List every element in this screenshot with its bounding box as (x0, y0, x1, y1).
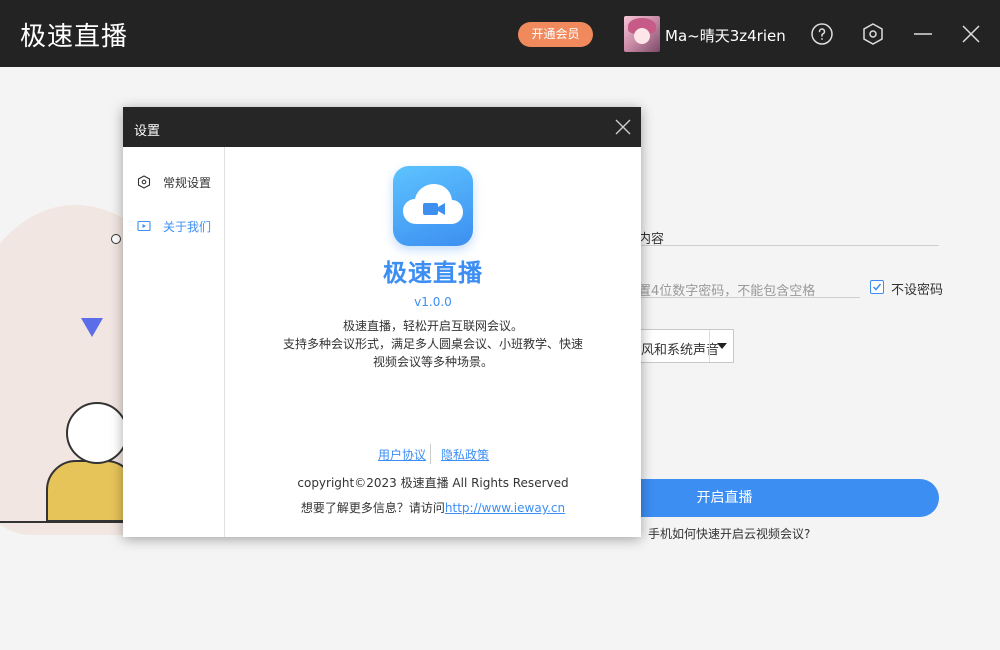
website-link[interactable]: http://www.ieway.cn (445, 501, 565, 515)
about-description: 极速直播，轻松开启互联网会议。 支持多种会议形式，满足多人圆桌会议、小班教学、快… (273, 317, 593, 371)
about-app-title: 极速直播 (383, 259, 483, 287)
audio-source-select[interactable]: 风和系统声音 (630, 329, 734, 363)
more-info-prefix: 想要了解更多信息？请访问 (300, 501, 445, 515)
sidebar-item-label: 关于我们 (163, 220, 212, 234)
dialog-sidebar: 常规设置 关于我们 (123, 147, 225, 537)
user-agreement-link[interactable]: 用户协议 (378, 446, 426, 463)
close-icon[interactable] (959, 22, 983, 46)
chevron-down-icon (717, 343, 727, 349)
copyright-text: copyright©2023 极速直播 All Rights Reserved (297, 476, 569, 490)
links-divider (430, 444, 431, 464)
sidebar-item-label: 常规设置 (163, 176, 212, 190)
app-title: 极速直播 (20, 22, 129, 52)
settings-dialog: 设置 常规设置 关于我们 极速直播 v1.0.0 极速直播，轻松开启互联网会议。… (123, 107, 641, 537)
cloud-camera-icon (403, 184, 463, 224)
sidebar-item-general[interactable]: 常规设置 (123, 168, 224, 196)
hexagon-gear-icon (137, 175, 151, 189)
no-password-checkbox[interactable] (870, 280, 884, 294)
about-desc-line: 视频会议等多种场景。 (372, 355, 493, 369)
app-window: 极速直播 开通会员 Ma~晴天3z4rien 内容 置4位数字密码，不能包含空格… (0, 0, 1000, 650)
vip-button[interactable]: 开通会员 (518, 22, 593, 47)
password-input-underline (630, 297, 860, 298)
sidebar-item-about[interactable]: 关于我们 (123, 212, 224, 240)
illustration-circle (111, 234, 121, 244)
dialog-title: 设置 (134, 124, 161, 139)
about-version: v1.0.0 (414, 295, 452, 309)
dialog-close-icon[interactable] (613, 117, 633, 137)
topic-input-underline (630, 245, 939, 246)
illustration-person-head (66, 402, 128, 464)
avatar[interactable] (624, 16, 660, 52)
minimize-icon[interactable] (911, 22, 935, 46)
help-icon[interactable] (810, 22, 834, 46)
help-link[interactable]: 手机如何快速开启云视频会议? (648, 525, 810, 542)
app-logo (393, 166, 473, 246)
privacy-policy-link[interactable]: 隐私政策 (441, 446, 489, 463)
avatar-face (634, 28, 650, 44)
about-links: 用户协议 隐私政策 (225, 444, 641, 466)
about-panel: 极速直播 v1.0.0 极速直播，轻松开启互联网会议。 支持多种会议形式，满足多… (225, 147, 641, 537)
no-password-label: 不设密码 (891, 283, 944, 298)
settings-icon[interactable] (861, 22, 885, 46)
dialog-header: 设置 (123, 107, 641, 147)
video-icon (137, 219, 151, 233)
illustration-triangle (81, 318, 103, 337)
username[interactable]: Ma~晴天3z4rien (665, 25, 786, 46)
audio-source-dropdown[interactable] (709, 330, 733, 362)
about-desc-line: 支持多种会议形式，满足多人圆桌会议、小班教学、快速 (282, 337, 583, 351)
title-bar: 极速直播 开通会员 Ma~晴天3z4rien (0, 0, 1000, 67)
more-info-text: 想要了解更多信息？请访问http://www.ieway.cn (225, 499, 641, 516)
audio-source-value: 风和系统声音 (641, 343, 720, 358)
about-desc-line: 极速直播，轻松开启互联网会议。 (342, 319, 523, 333)
